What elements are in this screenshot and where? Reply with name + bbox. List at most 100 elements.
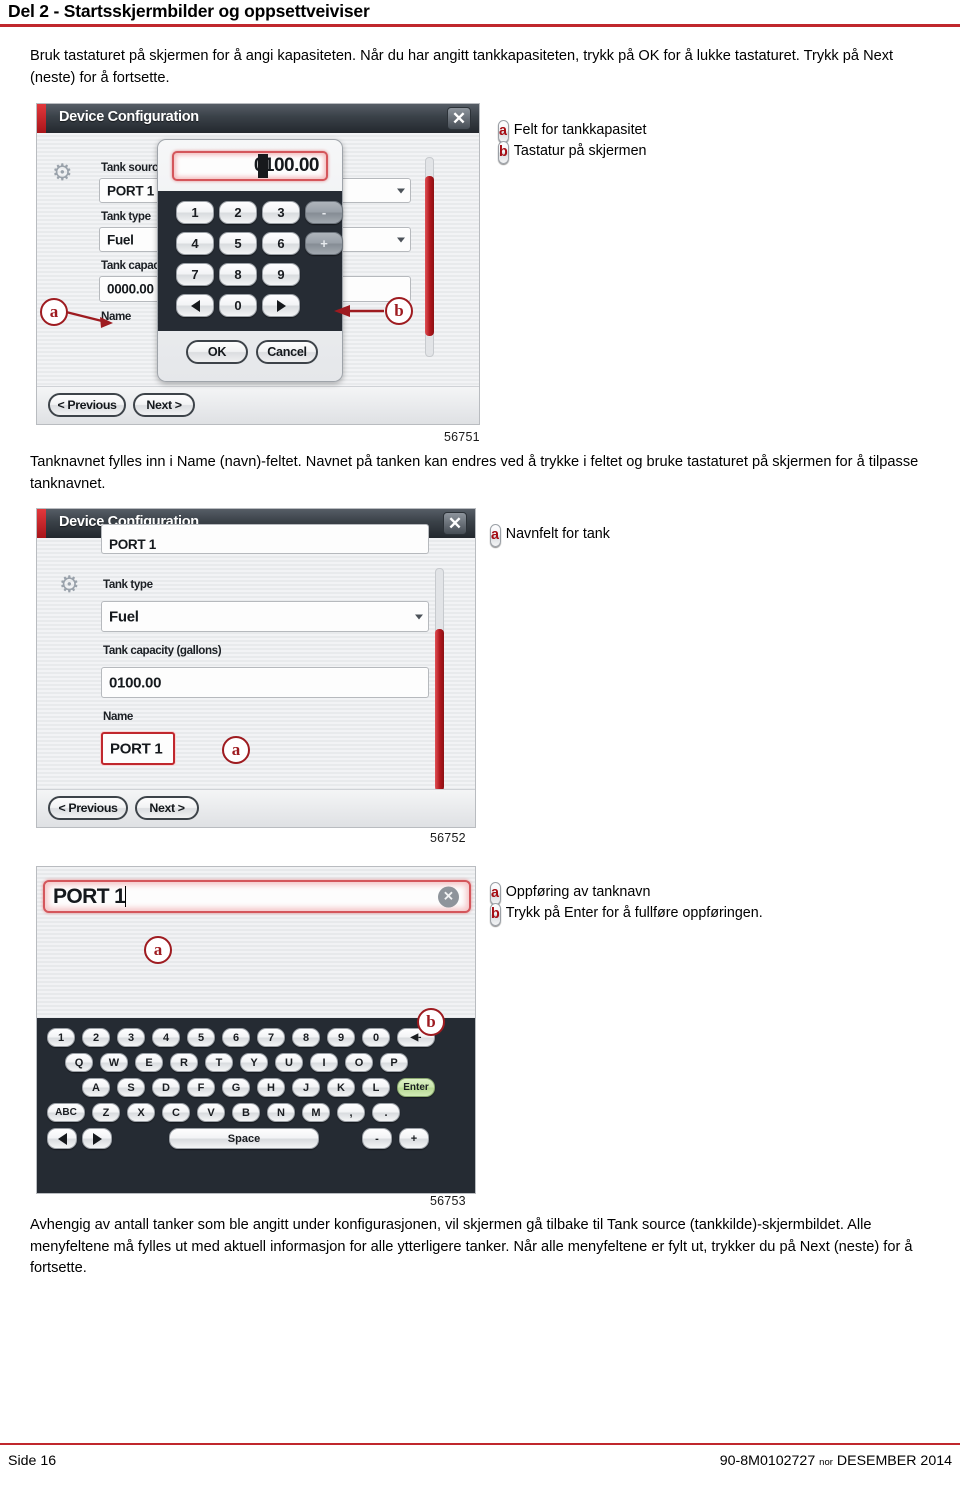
keypad-key-4[interactable]: 4 [176, 232, 214, 255]
key-left-arrow[interactable] [47, 1128, 77, 1149]
keypad-key-7[interactable]: 7 [176, 263, 214, 286]
key-9[interactable]: 9 [327, 1028, 355, 1047]
callout-a-figure1: a [40, 298, 68, 326]
key-minus[interactable]: - [362, 1128, 392, 1149]
clear-icon[interactable]: ✕ [438, 886, 459, 907]
previous-button[interactable]: < Previous [48, 393, 126, 417]
key-u[interactable]: U [275, 1053, 303, 1072]
key-b[interactable]: B [232, 1103, 260, 1122]
key-t[interactable]: T [205, 1053, 233, 1072]
scrollbar-thumb[interactable] [425, 176, 434, 336]
key-r[interactable]: R [170, 1053, 198, 1072]
callout-a-figure2: a [222, 736, 250, 764]
keypad-key-right-arrow[interactable] [262, 294, 300, 317]
figure1-titlebar-accent [37, 104, 46, 133]
key-c[interactable]: C [162, 1103, 190, 1122]
scrollbar-thumb[interactable] [435, 629, 444, 791]
tank-type-label: Tank type [101, 210, 151, 223]
key-abc[interactable]: ABC [47, 1103, 85, 1122]
previous-button[interactable]: < Previous [48, 796, 128, 820]
footer-doc-info: 90-8M0102727 nor DESEMBER 2014 [720, 1453, 952, 1469]
key-a[interactable]: A [82, 1078, 110, 1097]
key-7[interactable]: 7 [257, 1028, 285, 1047]
keypad-key-plus[interactable]: + [305, 232, 343, 255]
key-comma[interactable]: , [337, 1103, 365, 1122]
key-k[interactable]: K [327, 1078, 355, 1097]
key-n[interactable]: N [267, 1103, 295, 1122]
key-q[interactable]: Q [65, 1053, 93, 1072]
keypad-display[interactable]: 0100.00 [172, 151, 328, 181]
keypad-key-0[interactable]: 0 [219, 294, 257, 317]
figure1-legend: a - Felt for tankkapasitet b - Tastatur … [498, 120, 646, 164]
arrow-right-icon [92, 1132, 102, 1145]
keypad-cancel-button[interactable]: Cancel [256, 340, 318, 364]
name-field[interactable]: PORT 1 [101, 732, 175, 765]
key-j[interactable]: J [292, 1078, 320, 1097]
keypad-key-minus[interactable]: - [305, 201, 343, 224]
key-period[interactable]: . [372, 1103, 400, 1122]
key-right-arrow[interactable] [82, 1128, 112, 1149]
key-5[interactable]: 5 [187, 1028, 215, 1047]
legend-key-a: a [498, 120, 509, 143]
key-g[interactable]: G [222, 1078, 250, 1097]
vertical-scrollbar[interactable] [435, 568, 444, 796]
key-2[interactable]: 2 [82, 1028, 110, 1047]
key-8[interactable]: 8 [292, 1028, 320, 1047]
next-button[interactable]: Next > [133, 393, 195, 417]
tank-source-value: PORT 1 [107, 183, 154, 198]
key-d[interactable]: D [152, 1078, 180, 1097]
tank-capacity-field[interactable]: 0100.00 [101, 667, 429, 698]
key-0[interactable]: 0 [362, 1028, 390, 1047]
close-icon[interactable]: ✕ [447, 107, 471, 130]
keypad-key-6[interactable]: 6 [262, 232, 300, 255]
legend-row: b - Trykk på Enter for å fullføre oppfør… [490, 903, 763, 926]
key-m[interactable]: M [302, 1103, 330, 1122]
tank-type-value: Fuel [107, 232, 134, 247]
callout-b-figure3: b [417, 1008, 445, 1036]
chevron-down-icon[interactable] [397, 188, 405, 193]
keypad-key-left-arrow[interactable] [176, 294, 214, 317]
key-i[interactable]: I [310, 1053, 338, 1072]
key-3[interactable]: 3 [117, 1028, 145, 1047]
figure2-body: ⚙ PORT 1 Tank type Fuel Tank capacity (g… [37, 524, 475, 827]
chevron-down-icon[interactable] [415, 614, 423, 619]
vertical-scrollbar[interactable] [425, 157, 434, 357]
keypad-key-9[interactable]: 9 [262, 263, 300, 286]
name-entry-field[interactable]: PORT 1 ✕ [43, 880, 471, 913]
key-p[interactable]: P [380, 1053, 408, 1072]
key-s[interactable]: S [117, 1078, 145, 1097]
keypad-key-1[interactable]: 1 [176, 201, 214, 224]
key-h[interactable]: H [257, 1078, 285, 1097]
next-button[interactable]: Next > [135, 796, 199, 820]
keypad-key-2[interactable]: 2 [219, 201, 257, 224]
key-6[interactable]: 6 [222, 1028, 250, 1047]
chevron-down-icon[interactable] [397, 237, 405, 242]
keypad-key-8[interactable]: 8 [219, 263, 257, 286]
key-w[interactable]: W [100, 1053, 128, 1072]
key-e[interactable]: E [135, 1053, 163, 1072]
key-x[interactable]: X [127, 1103, 155, 1122]
text-cursor [258, 154, 268, 178]
name-value: PORT 1 [110, 740, 163, 757]
keypad-key-3[interactable]: 3 [262, 201, 300, 224]
tank-source-field-partial[interactable]: PORT 1 [101, 524, 429, 554]
key-y[interactable]: Y [240, 1053, 268, 1072]
key-f[interactable]: F [187, 1078, 215, 1097]
key-space[interactable]: Space [169, 1128, 319, 1149]
key-4[interactable]: 4 [152, 1028, 180, 1047]
key-plus[interactable]: + [399, 1128, 429, 1149]
callout-b-figure1: b [385, 297, 413, 325]
key-z[interactable]: Z [92, 1103, 120, 1122]
key-1[interactable]: 1 [47, 1028, 75, 1047]
keypad-ok-button[interactable]: OK [186, 340, 248, 364]
key-o[interactable]: O [345, 1053, 373, 1072]
legend-row: a - Oppføring av tanknavn [490, 882, 763, 905]
close-icon[interactable]: ✕ [443, 512, 467, 535]
key-enter[interactable]: Enter [397, 1078, 435, 1097]
tank-type-field[interactable]: Fuel [101, 601, 429, 632]
figure3-name-entry-screen: PORT 1 ✕ 1 2 3 4 5 6 7 8 9 0 ◀- Q W E R … [36, 866, 476, 1194]
keypad-key-5[interactable]: 5 [219, 232, 257, 255]
figure2-titlebar-accent [37, 509, 46, 538]
key-l[interactable]: L [362, 1078, 390, 1097]
key-v[interactable]: V [197, 1103, 225, 1122]
